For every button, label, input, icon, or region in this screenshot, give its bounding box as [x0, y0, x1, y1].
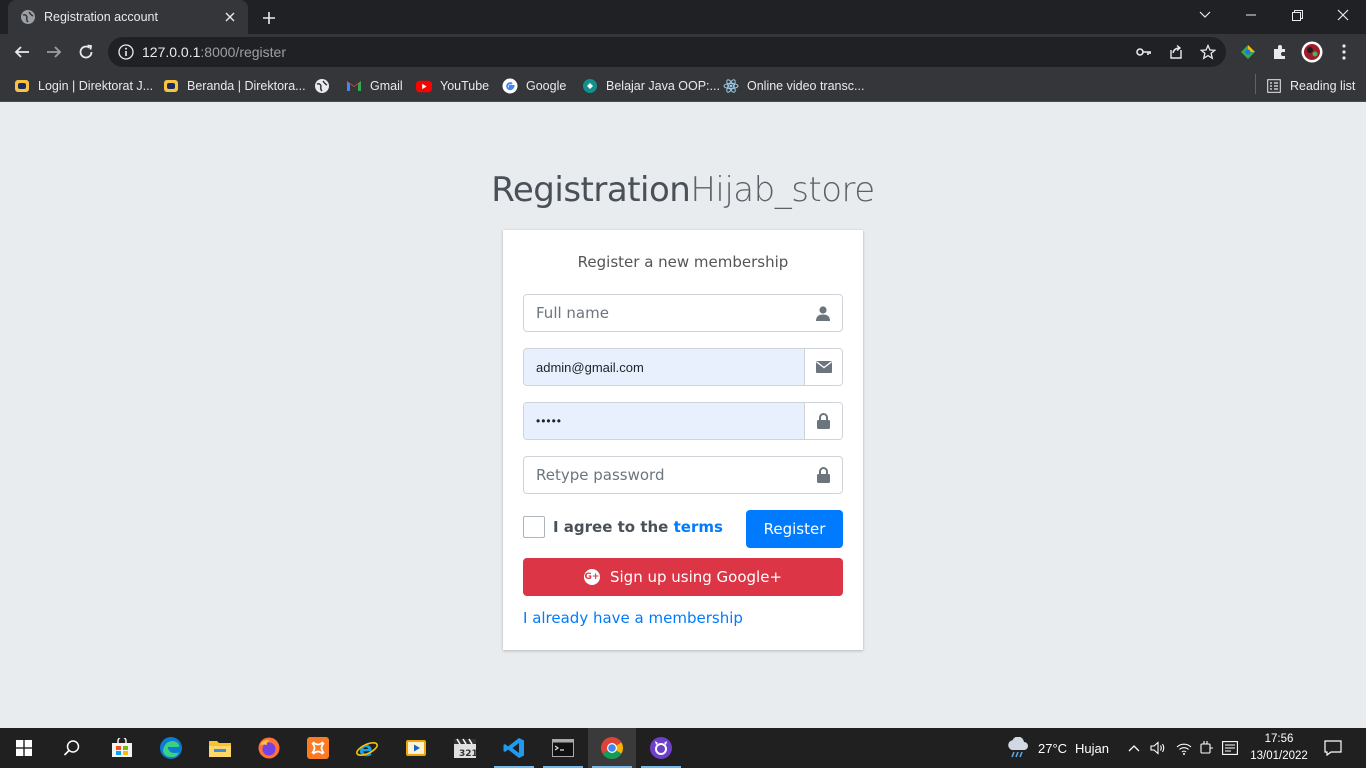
fullname-input-placeholder[interactable]: Full name [524, 295, 806, 331]
taskbar-clock[interactable]: 17:56 13/01/2022 [1248, 731, 1310, 765]
minimize-icon[interactable] [1228, 0, 1274, 30]
google-icon [502, 78, 518, 94]
battery-plug-icon[interactable] [1200, 728, 1214, 768]
browser-toolbar: 127.0.0.1:8000/register [0, 34, 1366, 70]
language-icon[interactable] [1222, 728, 1238, 768]
media-player-icon[interactable] [392, 728, 440, 768]
bookmarks-divider [1255, 74, 1256, 94]
tab-title: Registration account [44, 10, 158, 24]
windows-start-icon[interactable] [0, 728, 48, 768]
profile-avatar-icon[interactable] [1298, 38, 1326, 66]
globe-icon [314, 78, 330, 94]
tab-close-icon[interactable] [222, 9, 238, 25]
clapperboard-icon[interactable]: 321 [441, 728, 489, 768]
register-button[interactable]: Register [746, 510, 843, 548]
notification-icon[interactable] [1324, 728, 1342, 768]
email-field[interactable]: admin@gmail.com [523, 348, 843, 386]
reading-list-button[interactable]: Reading list [1266, 76, 1355, 96]
weather-desc: Hujan [1075, 740, 1110, 756]
terms-link[interactable]: terms [674, 518, 723, 536]
extension-icon[interactable] [1234, 38, 1262, 66]
reading-list-icon [1266, 78, 1282, 94]
rain-cloud-icon [1006, 737, 1030, 759]
close-window-icon[interactable] [1320, 0, 1366, 30]
google-signup-button[interactable]: G+ Sign up using Google+ [523, 558, 843, 596]
chrome-menu-icon[interactable] [1330, 38, 1358, 66]
register-logo[interactable]: RegistrationHijab_store [0, 170, 1366, 210]
bookmark-google[interactable]: Google [502, 76, 566, 96]
register-page: RegistrationHijab_store Register a new m… [0, 103, 1366, 728]
edge-icon[interactable] [147, 728, 195, 768]
globe-icon [20, 9, 36, 25]
site-info-icon[interactable] [118, 44, 134, 60]
svg-text:321: 321 [459, 749, 477, 759]
clock-date: 13/01/2022 [1250, 750, 1308, 762]
google-signup-label: Sign up using Google+ [609, 568, 783, 586]
weather-widget[interactable]: 27°C Hujan [1006, 728, 1109, 768]
terminal-icon[interactable] [539, 728, 587, 768]
share-icon[interactable] [1167, 43, 1185, 61]
bookmark-login-direktorat[interactable]: Login | Direktorat J... [14, 76, 153, 96]
xampp-icon[interactable] [294, 728, 342, 768]
windows-taskbar: e 321 27°C Hujan 17:56 13/01/2022 [0, 728, 1366, 768]
direktorat-icon [163, 78, 179, 94]
github-desktop-icon[interactable] [637, 728, 685, 768]
bookmark-online-video[interactable]: Online video transc... [723, 76, 864, 96]
svg-text:e: e [359, 737, 373, 760]
firefox-icon[interactable] [245, 728, 293, 768]
register-box-message: Register a new membership [577, 253, 789, 271]
direktorat-icon [14, 78, 30, 94]
bookmark-gmail[interactable]: Gmail [346, 76, 403, 96]
restore-icon[interactable] [1274, 0, 1320, 30]
retype-password-placeholder[interactable]: Retype password [524, 457, 806, 493]
bookmark-star-icon[interactable] [1199, 43, 1217, 61]
agree-terms-row: I agree to the terms [523, 516, 723, 538]
browser-tab-strip: Registration account [0, 0, 1366, 34]
agree-terms-label: I agree to the terms [553, 518, 723, 536]
file-explorer-icon[interactable] [196, 728, 244, 768]
vscode-icon[interactable] [490, 728, 538, 768]
bookmark-globe[interactable] [314, 76, 338, 96]
password-field[interactable]: ••••• [523, 402, 843, 440]
envelope-icon [804, 349, 842, 385]
weather-temp: 27°C [1038, 740, 1068, 756]
email-input[interactable]: admin@gmail.com [524, 349, 804, 385]
address-bar[interactable]: 127.0.0.1:8000/register [108, 37, 1226, 67]
bookmark-beranda-direktorat[interactable]: Beranda | Direktora... [163, 76, 306, 96]
reload-icon[interactable] [72, 38, 100, 66]
address-url: 127.0.0.1:8000/register [142, 44, 286, 60]
youtube-icon [416, 78, 432, 94]
browser-tab[interactable]: Registration account [8, 0, 248, 34]
already-member-link[interactable]: I already have a membership [523, 609, 743, 627]
agree-terms-checkbox[interactable] [523, 516, 545, 538]
extensions-puzzle-icon[interactable] [1266, 38, 1294, 66]
bookmark-youtube[interactable]: YouTube [416, 76, 489, 96]
bookmarks-bar: Login | Direktorat J... Beranda | Direkt… [0, 70, 1366, 102]
key-icon[interactable] [1135, 43, 1153, 61]
retype-password-field[interactable]: Retype password [523, 456, 843, 494]
lock-icon [804, 457, 842, 493]
password-input[interactable]: ••••• [524, 403, 806, 439]
forward-icon[interactable] [40, 38, 68, 66]
show-hidden-icons[interactable] [1128, 728, 1140, 768]
react-icon [723, 78, 739, 94]
new-tab-icon[interactable] [258, 7, 280, 29]
gmail-icon [346, 78, 362, 94]
fullname-field[interactable]: Full name [523, 294, 843, 332]
tab-search-icon[interactable] [1182, 0, 1228, 30]
internet-explorer-icon[interactable]: e [343, 728, 391, 768]
google-plus-icon: G+ [583, 569, 600, 585]
clock-time: 17:56 [1264, 733, 1294, 745]
register-box: Register a new membership Full name admi… [503, 230, 863, 650]
bookmark-belajar-java[interactable]: Belajar Java OOP:... [582, 76, 720, 96]
volume-icon[interactable] [1150, 728, 1166, 768]
lock-icon [804, 403, 842, 439]
codepolitan-icon [582, 78, 598, 94]
store-icon[interactable] [98, 728, 146, 768]
user-icon [804, 295, 842, 331]
back-icon[interactable] [8, 38, 36, 66]
wifi-icon[interactable] [1176, 728, 1192, 768]
taskbar-search-icon[interactable] [48, 728, 96, 768]
chrome-taskbar-icon[interactable] [588, 728, 636, 768]
